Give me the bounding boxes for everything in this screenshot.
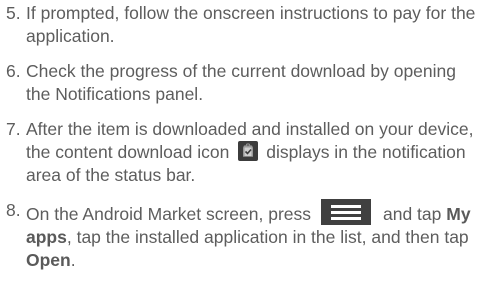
step-text-part: , tap the installed application in the l… [66,227,469,247]
step-text: Check the progress of the current downlo… [26,61,456,104]
step-7: 7. After the item is downloaded and inst… [0,118,484,187]
step-number: 8. [6,200,21,220]
step-number: 7. [6,119,21,139]
step-text-part: and tap [383,204,442,224]
step-5: 5. If prompted, follow the onscreen inst… [0,2,484,48]
step-6: 6. Check the progress of the current dow… [0,60,484,106]
content-download-icon [238,141,259,161]
menu-key-icon [321,199,371,225]
step-text: If prompted, follow the onscreen instruc… [26,3,476,46]
step-8: 8. On the Android Market screen, press an… [0,199,484,272]
step-number: 6. [6,61,21,81]
step-text: After the item is downloaded and install… [26,118,484,187]
step-text-part: . [70,250,76,270]
open-label: Open [26,250,71,270]
step-text: On the Android Market screen, press and t… [26,199,484,272]
step-text-part: On the Android Market screen, press [26,204,311,224]
instruction-page: 5. If prompted, follow the onscreen inst… [0,0,486,282]
step-number: 5. [6,3,21,23]
